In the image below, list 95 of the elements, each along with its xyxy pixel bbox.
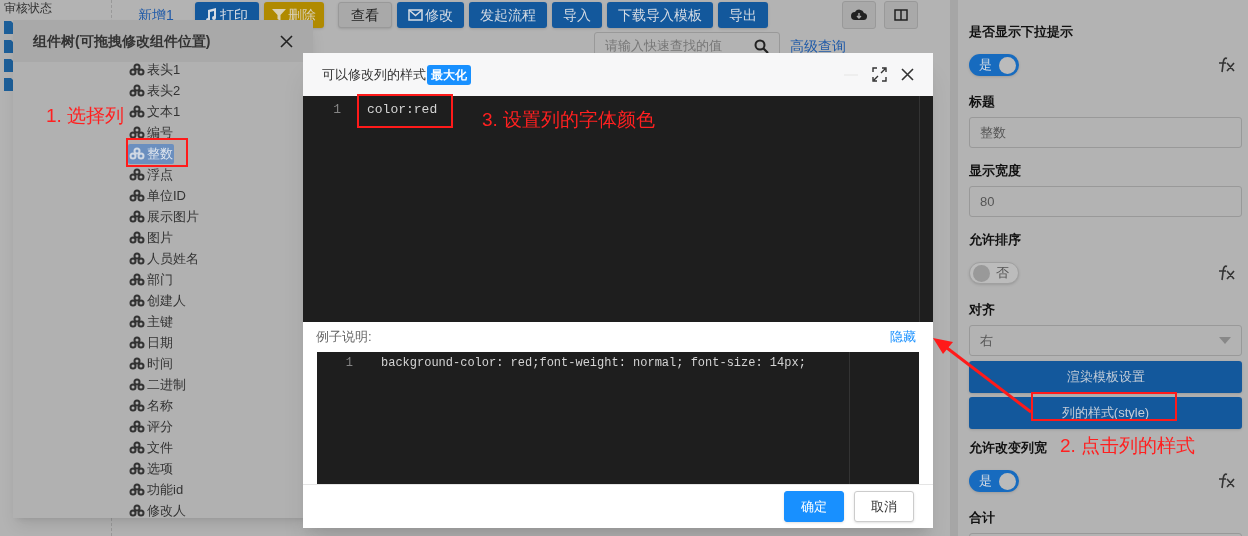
cloud-download-icon [851, 9, 867, 21]
components-icon [129, 147, 145, 160]
line-number: 1 [332, 100, 341, 119]
line-number: 1 [344, 354, 353, 372]
tree-item[interactable]: 创建人 [128, 290, 187, 311]
components-icon [129, 63, 145, 76]
code-editor[interactable]: 1 background-color: red;font-weight: normal; font-size: 14px; [317, 352, 919, 484]
toggle-switch[interactable]: 否 [969, 262, 1019, 284]
toolbar-button[interactable]: 查看 [337, 2, 392, 28]
column-label: 审核状态 [4, 1, 53, 15]
maximize-button[interactable]: 最大化 [427, 64, 471, 85]
annotation-text: 3. 设置列的字体颜色 [482, 108, 656, 132]
components-icon [129, 462, 145, 475]
align-select[interactable]: 右 [969, 325, 1242, 356]
tree-item[interactable]: 浮点 [128, 164, 174, 185]
components-icon [129, 126, 145, 139]
tree-item[interactable]: 文本1 [128, 101, 182, 122]
property-label: 合计 [969, 509, 995, 527]
tree-item[interactable]: 选项 [128, 458, 174, 479]
columns-icon [894, 9, 908, 21]
property-label: 允许排序 [969, 231, 1021, 249]
toolbar-button[interactable]: 导入 [551, 2, 602, 28]
components-icon [129, 378, 145, 391]
toolbar-button[interactable]: 发起流程 [468, 2, 547, 28]
components-icon [129, 105, 145, 118]
envelope-icon [407, 9, 423, 21]
close-icon[interactable] [901, 68, 914, 81]
annotation-text: 1. 选择列 [46, 104, 125, 128]
tree-item[interactable]: 展示图片 [128, 206, 200, 227]
components-icon [129, 399, 145, 412]
components-icon [129, 336, 145, 349]
tree-item[interactable]: 日期 [128, 332, 174, 353]
tree-item[interactable]: 功能id [128, 479, 185, 500]
tree-item[interactable]: 部门 [128, 269, 174, 290]
tree-item[interactable]: 文件 [128, 437, 174, 458]
annotation-text: 2. 点击列的样式 [1060, 434, 1196, 458]
fx-glyph-icon [1216, 57, 1236, 73]
components-icon [129, 273, 145, 286]
toolbar-button[interactable]: 修改 [396, 2, 464, 28]
fx-glyph-icon [1216, 473, 1236, 489]
tree-item[interactable]: 名称 [128, 395, 174, 416]
text-field[interactable]: 整数 [969, 117, 1242, 148]
music-note-icon [205, 8, 218, 22]
toolbar-button[interactable]: 下载导入模板 [606, 2, 713, 28]
columns-button[interactable] [884, 1, 918, 29]
components-icon [129, 294, 145, 307]
tree-item[interactable]: 时间 [128, 353, 174, 374]
filter-icon [271, 8, 286, 22]
settings-button[interactable]: 列的样式(style) [969, 397, 1242, 429]
tree-item[interactable]: 表头2 [128, 80, 182, 101]
tree-item[interactable]: 图片 [128, 227, 174, 248]
property-label: 显示宽度 [969, 162, 1021, 180]
dialog-title: 组件树(可拖拽修改组件位置) [33, 31, 211, 51]
code-line: color:red [367, 100, 438, 119]
code-line: background-color: red;font-weight: normal; font-size: 14px; [381, 354, 806, 372]
components-icon [129, 84, 145, 97]
property-label: 是否显示下拉提示 [969, 23, 1073, 41]
tree-item[interactable]: 表头1 [128, 59, 182, 80]
property-label: 对齐 [969, 301, 995, 319]
tree-item[interactable]: 人员姓名 [128, 248, 200, 269]
components-icon [129, 357, 145, 370]
components-icon [129, 189, 145, 202]
example-label: 例子说明: [316, 328, 372, 347]
components-icon [129, 210, 145, 223]
close-icon[interactable] [280, 34, 293, 48]
components-icon [129, 441, 145, 454]
toggle-switch[interactable]: 是 [969, 470, 1019, 492]
tree-item[interactable]: 单位ID [128, 185, 187, 206]
confirm-button[interactable]: 确定 [784, 491, 844, 522]
toolbar-button[interactable]: 导出 [717, 2, 768, 28]
expand-icon[interactable] [872, 67, 887, 82]
property-label: 标题 [969, 93, 995, 111]
components-icon [129, 168, 145, 181]
tree-item[interactable]: 修改人 [128, 500, 187, 521]
property-label: 允许改变列宽 [969, 439, 1047, 457]
cancel-button[interactable]: 取消 [854, 491, 914, 522]
fx-glyph-icon [1216, 265, 1236, 281]
hide-link[interactable]: 隐藏 [890, 327, 916, 347]
settings-button[interactable]: 渲染模板设置 [969, 361, 1242, 393]
advanced-search-link[interactable]: 高级查询 [790, 35, 846, 57]
dialog-title: 可以修改列的样式 [322, 65, 426, 84]
components-icon [129, 231, 145, 244]
text-field[interactable]: 80 [969, 186, 1242, 217]
highlight-frame [126, 138, 188, 167]
dropdown-caret-icon [1219, 337, 1231, 344]
download-cloud-button[interactable] [842, 1, 876, 29]
components-icon [129, 315, 145, 328]
components-icon [129, 420, 145, 433]
components-icon [129, 483, 145, 496]
toggle-switch[interactable]: 是 [969, 54, 1019, 76]
tree-item[interactable]: 主键 [128, 311, 174, 332]
components-icon [129, 252, 145, 265]
tree-item[interactable]: 评分 [128, 416, 174, 437]
search-icon [754, 38, 769, 54]
tree-item[interactable]: 二进制 [128, 374, 187, 395]
